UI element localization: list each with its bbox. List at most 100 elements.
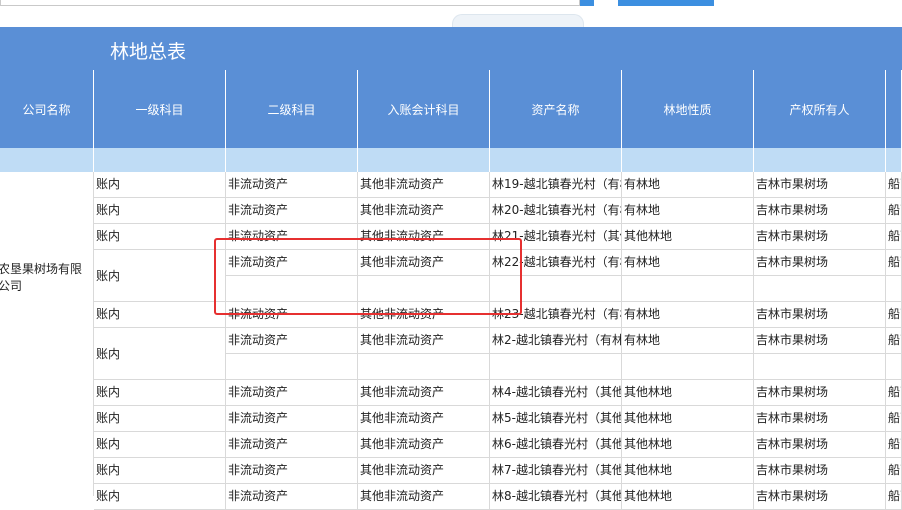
cell-level2: 非流动资产 [226,328,358,354]
cell-asset: 林5-越北镇春光村（其他林地） [490,406,622,432]
cell-level1: 账内 [94,484,226,510]
cell-extra: 船营 [886,380,902,406]
cell-asset: 林7-越北镇春光村（其他林地） [490,458,622,484]
company-merged-cell: 农垦果树场有限公司 [0,172,94,496]
cell-owner: 吉林市果树场 [754,328,886,354]
cell-level1: 账内 [94,302,226,328]
cell-owner [754,276,886,302]
filter-cell[interactable] [622,148,754,172]
company-name: 农垦果树场有限公司 [0,262,83,293]
filter-cell[interactable] [358,148,490,172]
cell-level1: 账内 [94,198,226,224]
filter-cell[interactable] [490,148,622,172]
cell-nature: 其他林地 [622,406,754,432]
search-input[interactable] [0,0,580,6]
cell-level2 [226,354,358,380]
header-level2[interactable]: 二级科目 [226,70,358,148]
cell-asset: 林8-越北镇春光村（其他林地） [490,484,622,510]
cell-extra: 船营 [886,406,902,432]
header-level1[interactable]: 一级科目 [94,70,226,148]
search-button[interactable] [580,0,594,6]
header-company[interactable]: 公司名称 [0,70,94,148]
cell-level2: 非流动资产 [226,406,358,432]
header-asset[interactable]: 资产名称 [490,70,622,148]
cell-asset: 林20-越北镇春光村（有林地） [490,198,622,224]
cell-nature: 有林地 [622,302,754,328]
filter-cell[interactable] [94,148,226,172]
header-extra[interactable] [886,70,902,148]
page-title: 林地总表 [110,41,187,63]
cell-extra [886,354,902,380]
cell-account: 其他非流动资产 [358,198,490,224]
cell-level1: 账内 [94,458,226,484]
cell-owner: 吉林市果树场 [754,250,886,276]
filter-cell[interactable] [754,148,886,172]
cell-level2: 非流动资产 [226,198,358,224]
cell-extra: 船营 [886,328,902,354]
cell-owner: 吉林市果树场 [754,406,886,432]
query-button[interactable] [618,0,714,6]
cell-nature: 有林地 [622,198,754,224]
highlight-box [214,238,522,315]
cell-owner: 吉林市果树场 [754,432,886,458]
cell-account: 其他非流动资产 [358,432,490,458]
cell-nature: 其他林地 [622,458,754,484]
cell-asset: 林2-越北镇春光村（有林地） [490,328,622,354]
cell-extra [886,276,902,302]
cell-asset: 林4-越北镇春光村（其他林地） [490,380,622,406]
cell-extra: 船营 [886,458,902,484]
cell-level1: 账内 [94,172,226,198]
cell-extra: 船营 [886,302,902,328]
cell-level1: 账内 [94,432,226,458]
report-title-bar: 林地总表 [0,27,902,70]
cell-nature: 其他林地 [622,432,754,458]
filter-cell[interactable] [0,148,94,172]
cell-level2: 非流动资产 [226,432,358,458]
cell-asset: 林19-越北镇春光村（有林地） [490,172,622,198]
cell-nature: 有林地 [622,328,754,354]
cell-level2: 非流动资产 [226,484,358,510]
collapse-tab[interactable] [452,14,584,28]
cell-level1: 账内 [94,250,226,302]
cell-extra: 船营 [886,250,902,276]
cell-extra: 船营 [886,224,902,250]
cell-owner: 吉林市果树场 [754,458,886,484]
cell-owner [754,354,886,380]
cell-owner: 吉林市果树场 [754,198,886,224]
top-toolbar [0,0,902,28]
header-nature[interactable]: 林地性质 [622,70,754,148]
cell-owner: 吉林市果树场 [754,302,886,328]
cell-account: 其他非流动资产 [358,484,490,510]
cell-extra: 船营 [886,484,902,510]
cell-extra: 船营 [886,172,902,198]
cell-owner: 吉林市果树场 [754,484,886,510]
cell-account: 其他非流动资产 [358,172,490,198]
header-account[interactable]: 入账会计科目 [358,70,490,148]
cell-nature [622,276,754,302]
cell-account: 其他非流动资产 [358,380,490,406]
cell-account: 其他非流动资产 [358,328,490,354]
cell-owner: 吉林市果树场 [754,224,886,250]
filter-cell[interactable] [886,148,902,172]
cell-level2: 非流动资产 [226,458,358,484]
cell-extra: 船营 [886,198,902,224]
cell-asset: 林6-越北镇春光村（其他林地） [490,432,622,458]
cell-owner: 吉林市果树场 [754,380,886,406]
cell-nature: 其他林地 [622,484,754,510]
cell-account: 其他非流动资产 [358,406,490,432]
filter-cell[interactable] [226,148,358,172]
cell-owner: 吉林市果树场 [754,172,886,198]
cell-extra: 船营 [886,432,902,458]
cell-level2: 非流动资产 [226,380,358,406]
cell-level1: 账内 [94,224,226,250]
cell-level1: 账内 [94,406,226,432]
cell-account [358,354,490,380]
cell-nature: 有林地 [622,250,754,276]
header-owner[interactable]: 产权所有人 [754,70,886,148]
cell-level2: 非流动资产 [226,172,358,198]
cell-level1: 账内 [94,328,226,380]
cell-account: 其他非流动资产 [358,458,490,484]
cell-nature [622,354,754,380]
cell-nature: 其他林地 [622,380,754,406]
cell-nature: 其他林地 [622,224,754,250]
